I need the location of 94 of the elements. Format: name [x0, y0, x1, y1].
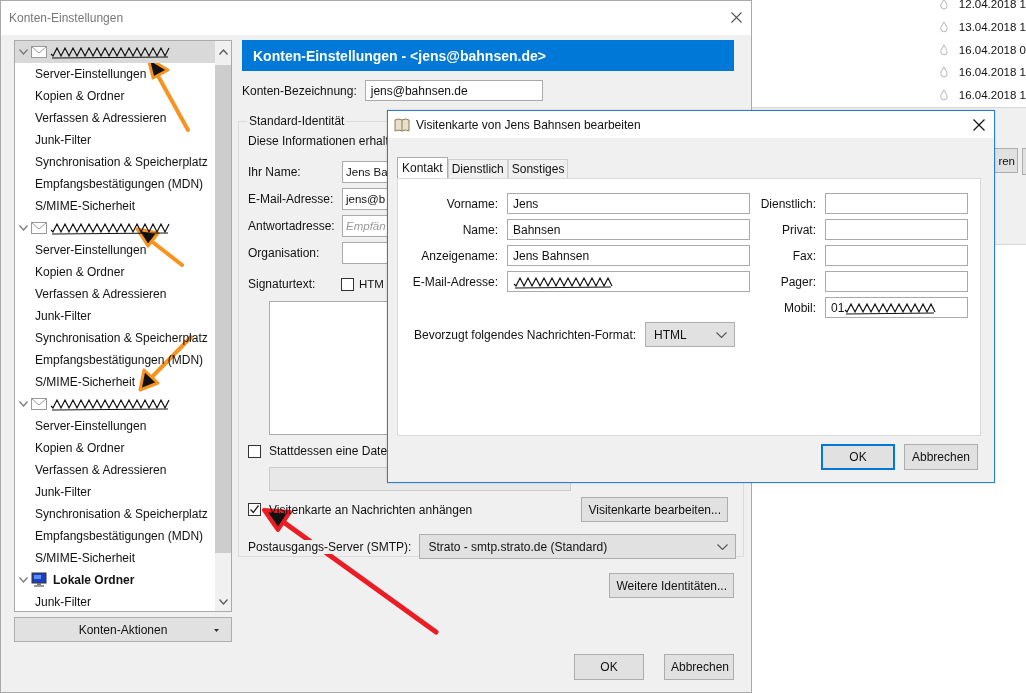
field-label: Postausgangs-Server (SMTP): — [248, 539, 412, 554]
tree-item[interactable]: Verfassen & Adressieren — [15, 107, 215, 129]
dialog-button[interactable]: Abbrechen — [904, 444, 978, 470]
dialog-button[interactable]: Abbrechen — [664, 654, 734, 680]
scroll-up-icon[interactable] — [218, 49, 228, 55]
input-field[interactable] — [825, 193, 968, 214]
tab[interactable]: Dienstlich — [447, 159, 508, 178]
intro-text: Diese Informationen erhalt — [248, 134, 390, 148]
field-label: Anzeigename: — [420, 248, 499, 263]
field-label: Vorname: — [445, 196, 499, 211]
tree-item[interactable]: Kopien & Ordner — [15, 85, 215, 107]
checkbox[interactable] — [341, 277, 354, 291]
checkbox[interactable] — [248, 444, 261, 458]
tree-item[interactable]: Junk-Filter — [15, 591, 215, 613]
tree-item[interactable]: S/MIME-Sicherheit — [15, 195, 215, 217]
close-icon[interactable] — [973, 119, 985, 131]
caret-icon — [717, 543, 729, 550]
more-identities-button[interactable]: Weitere Identitäten... — [609, 573, 734, 598]
tree-item[interactable]: Verfassen & Adressieren — [15, 283, 215, 305]
envelope-icon — [31, 398, 47, 410]
tree-item[interactable]: Server-Einstellungen — [15, 415, 215, 437]
checkbox-label: HTM — [359, 278, 384, 290]
tree-item[interactable]: Junk-Filter — [15, 481, 215, 503]
date-text: 13.04.2018 1 — [958, 21, 1026, 34]
date-text: 16.04.2018 1 — [958, 66, 1026, 79]
tree-item[interactable]: Junk-Filter — [15, 305, 215, 327]
tree-item[interactable]: Empfangsbestätigungen (MDN) — [15, 173, 215, 195]
input-field[interactable] — [825, 245, 968, 266]
tab[interactable]: Kontakt — [397, 157, 448, 178]
account-name-field[interactable]: jens@bahnsen.de — [364, 80, 543, 101]
field-label: Organisation: — [248, 246, 321, 260]
field-label: Dienstlich: — [759, 196, 817, 211]
checkbox[interactable] — [248, 503, 261, 516]
tree-item[interactable]: Empfangsbestätigungen (MDN) — [15, 349, 215, 371]
smtp-dropdown[interactable]: Strato - smtp.strato.de (Standard) — [419, 534, 737, 559]
chevron-icon[interactable] — [19, 577, 28, 583]
field-label: Bevorzugt folgendes Nachrichten-Format: — [414, 327, 637, 342]
date-text: 16.04.2018 1 — [958, 89, 1026, 102]
tree-item[interactable]: Junk-Filter — [15, 129, 215, 151]
caret-icon — [716, 331, 728, 338]
chevron-icon[interactable] — [19, 49, 28, 55]
date-text: 12.04.2018 1 — [958, 0, 1026, 11]
close-icon[interactable] — [731, 12, 742, 23]
field-label: Mobil: — [783, 300, 817, 315]
page-header: Konten-Einstellungen - <jens@bahnsen.de> — [242, 40, 734, 71]
field-label: E-Mail-Adresse: — [411, 274, 499, 289]
input-field[interactable] — [825, 219, 968, 240]
scroll-down-icon[interactable] — [218, 599, 228, 605]
address-book-icon — [394, 117, 410, 132]
tree-item[interactable]: Kopien & Ordner — [15, 437, 215, 459]
tree-item[interactable]: Verfassen & Adressieren — [15, 459, 215, 481]
input-field[interactable]: Jens Bahnsen — [507, 245, 750, 266]
chevron-icon[interactable] — [19, 225, 28, 231]
account-name: Lokale Ordner — [53, 573, 135, 587]
tree-item[interactable]: Synchronisation & Speicherplatz — [15, 151, 215, 173]
dialog-button[interactable]: OK — [821, 444, 895, 470]
field-label: Name: — [461, 222, 499, 237]
input-field[interactable]: Bahnsen — [507, 219, 750, 240]
group-title: Standard-Identität — [247, 114, 347, 128]
input-field[interactable] — [507, 271, 750, 292]
input-field[interactable]: 01 — [825, 297, 968, 318]
field-label: Ihr Name: — [248, 165, 302, 179]
field-label: Antwortadresse: — [248, 219, 336, 233]
tree-item[interactable]: Server-Einstellungen — [15, 63, 215, 85]
dialog-button[interactable]: OK — [574, 654, 644, 680]
format-dropdown[interactable]: HTML — [645, 322, 736, 347]
field-label: Privat: — [781, 222, 817, 237]
tree-item[interactable]: Kopien & Ordner — [15, 261, 215, 283]
edit-card-button[interactable]: Visitenkarte bearbeiten... — [581, 497, 728, 522]
checkbox-label: Visitenkarte an Nachrichten anhängen — [269, 502, 473, 517]
computer-icon — [31, 572, 47, 588]
input-field[interactable]: Jens — [507, 193, 750, 214]
envelope-icon — [31, 222, 47, 234]
account-actions-button[interactable]: Konten-Aktionen — [14, 617, 232, 642]
tree-item[interactable]: Server-Einstellungen — [15, 239, 215, 261]
field-label: Fax: — [791, 248, 817, 263]
window-title: Konten-Einstellungen — [9, 11, 124, 25]
caret-icon — [214, 629, 219, 632]
date-text: 16.04.2018 0 — [958, 43, 1026, 56]
field-label: Signaturtext: — [248, 277, 317, 291]
tab[interactable]: Sonstiges — [507, 159, 569, 178]
chevron-icon[interactable] — [19, 401, 28, 407]
input-field[interactable] — [825, 271, 968, 292]
envelope-icon — [31, 46, 47, 58]
field-label: E-Mail-Adresse: — [248, 192, 335, 206]
window-title: Visitenkarte von Jens Bahnsen bearbeiten — [416, 117, 641, 132]
field-label: Pager: — [779, 274, 817, 289]
tree-item[interactable]: S/MIME-Sicherheit — [15, 547, 215, 569]
account-item[interactable] — [15, 41, 215, 63]
tree-item[interactable]: Empfangsbestätigungen (MDN) — [15, 525, 215, 547]
tree-item[interactable]: S/MIME-Sicherheit — [15, 371, 215, 393]
tree-item[interactable]: Synchronisation & Speicherplatz — [15, 503, 215, 525]
account-item[interactable]: Lokale Ordner — [15, 569, 215, 591]
field-label: Konten-Bezeichnung: — [242, 83, 357, 98]
